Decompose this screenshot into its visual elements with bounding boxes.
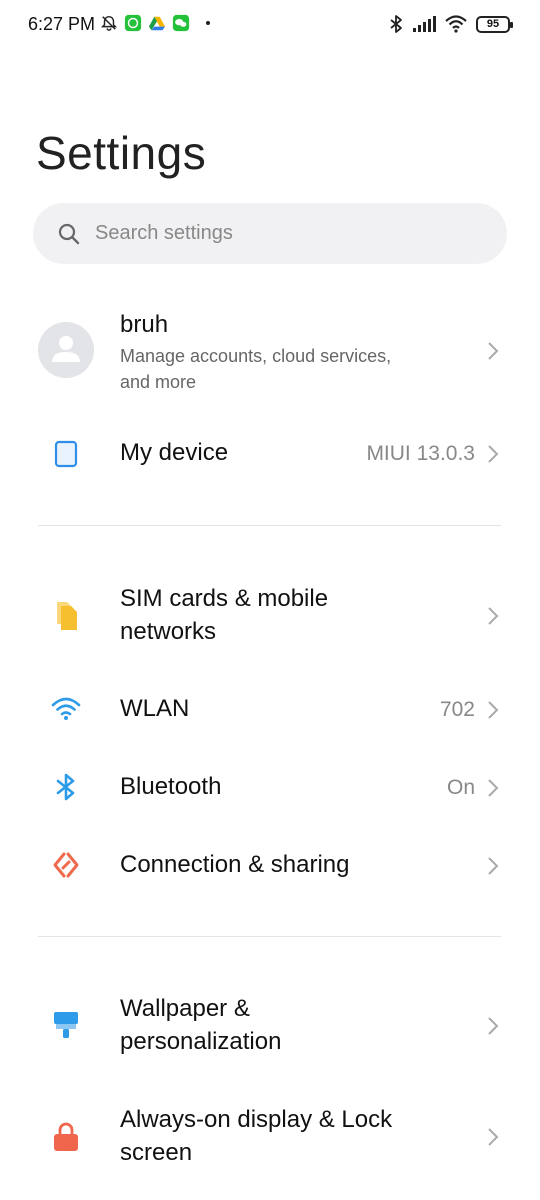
wlan-value: 702	[439, 698, 475, 721]
settings-item-wlan[interactable]: WLAN 702	[0, 674, 540, 746]
user-icon	[52, 336, 80, 362]
page-title: Settings	[36, 127, 207, 179]
wifi-icon	[51, 697, 81, 720]
status-time: 6:27 PM	[28, 14, 96, 34]
chevron-right-icon	[488, 701, 499, 719]
paint-roller-icon	[54, 1012, 78, 1038]
account-subtitle-line1: Manage accounts, cloud services,	[120, 346, 392, 366]
chevron-right-icon	[488, 779, 499, 797]
notification-dot	[206, 21, 210, 25]
divider	[38, 525, 501, 526]
bluetooth-icon	[56, 773, 75, 801]
settings-item-wallpaper[interactable]: Wallpaper & personalization	[0, 980, 540, 1072]
chevron-right-icon	[488, 342, 499, 360]
chevron-right-icon	[488, 445, 499, 463]
account-name: bruh	[120, 311, 169, 338]
connection-icon	[53, 852, 79, 878]
status-left-icons	[100, 14, 210, 32]
avatar	[38, 322, 94, 378]
wallpaper-label-line2: personalization	[120, 1028, 282, 1055]
sim-label-line1: SIM cards & mobile	[120, 585, 329, 612]
chevron-right-icon	[488, 857, 499, 875]
sim-icon	[57, 602, 77, 630]
lock-label-line1: Always-on display & Lock	[120, 1106, 393, 1133]
whatsapp-icon	[124, 14, 142, 32]
mute-icon	[100, 15, 118, 31]
chevron-right-icon	[488, 607, 499, 625]
search-icon	[58, 223, 80, 244]
search-bar[interactable]	[33, 203, 507, 264]
lock-icon	[54, 1122, 78, 1151]
account-row[interactable]: bruh Manage accounts, cloud services, an…	[0, 296, 540, 404]
settings-item-sim-cards[interactable]: SIM cards & mobile networks	[0, 570, 540, 662]
settings-item-bluetooth[interactable]: Bluetooth On	[0, 752, 540, 824]
bluetooth-value: On	[446, 776, 475, 799]
bluetooth-label: Bluetooth	[120, 773, 222, 800]
battery-icon: 95	[476, 15, 513, 33]
chevron-right-icon	[488, 1128, 499, 1146]
wlan-label: WLAN	[120, 695, 190, 722]
signal-icon	[413, 16, 436, 32]
my-device-value: MIUI 13.0.3	[366, 442, 475, 465]
my-device-label: My device	[120, 439, 229, 466]
sim-label-line2: networks	[120, 618, 217, 645]
bluetooth-icon	[390, 15, 402, 33]
divider	[38, 936, 501, 937]
drive-icon	[148, 16, 166, 31]
settings-item-my-device[interactable]: My device MIUI 13.0.3	[0, 418, 540, 490]
connection-label: Connection & sharing	[120, 851, 350, 878]
settings-item-connection-sharing[interactable]: Connection & sharing	[0, 830, 540, 902]
wechat-icon	[172, 14, 190, 32]
search-input[interactable]	[95, 222, 455, 245]
phone-icon	[54, 440, 78, 468]
account-subtitle-line2: and more	[120, 372, 197, 392]
chevron-right-icon	[488, 1017, 499, 1035]
settings-item-lock-screen[interactable]: Always-on display & Lock screen	[0, 1091, 540, 1183]
wifi-icon	[445, 15, 467, 33]
lock-label-line2: screen	[120, 1139, 193, 1166]
status-bar: 6:27 PM 95	[0, 0, 540, 50]
status-right-icons: 95	[388, 14, 513, 34]
wallpaper-label-line1: Wallpaper &	[120, 995, 250, 1022]
